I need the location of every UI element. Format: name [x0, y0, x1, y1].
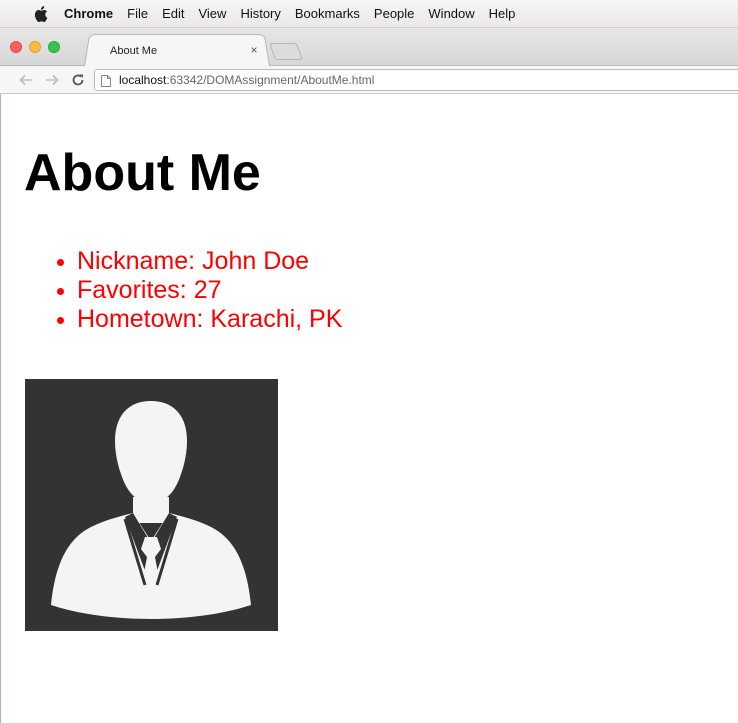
menu-bookmarks[interactable]: Bookmarks: [295, 6, 360, 21]
menu-chrome[interactable]: Chrome: [64, 6, 113, 21]
list-item-favorites: Favorites: 27: [56, 276, 342, 305]
avatar: [25, 379, 278, 631]
minimize-window-button[interactable]: [29, 41, 41, 53]
page-content: About Me Nickname: John Doe Favorites: 2…: [1, 94, 738, 723]
reload-icon[interactable]: [70, 72, 86, 88]
new-tab-button[interactable]: [268, 43, 304, 60]
url-text: localhost:63342/DOMAssignment/AboutMe.ht…: [119, 73, 374, 87]
menu-window[interactable]: Window: [428, 6, 474, 21]
details-list: Nickname: John Doe Favorites: 27 Hometow…: [56, 247, 343, 334]
menu-view[interactable]: View: [198, 6, 226, 21]
zoom-window-button[interactable]: [48, 41, 60, 53]
forward-arrow-icon[interactable]: [44, 72, 60, 88]
menu-help[interactable]: Help: [489, 6, 516, 21]
url-host: localhost: [119, 73, 167, 87]
tab-about-me[interactable]: About Me ×: [84, 32, 270, 66]
list-item-hometown: Hometown: Karachi, PK: [56, 305, 343, 333]
menu-bar: Chrome File Edit View History Bookmarks …: [0, 0, 738, 28]
page-icon: [101, 74, 111, 87]
browser-toolbar: localhost:63342/DOMAssignment/AboutMe.ht…: [0, 66, 738, 94]
page-title: About Me: [24, 144, 261, 202]
tab-title: About Me: [110, 45, 158, 57]
menu-file[interactable]: File: [127, 6, 148, 21]
tab-strip: About Me ×: [0, 28, 738, 66]
menu-edit[interactable]: Edit: [162, 6, 184, 21]
menu-people[interactable]: People: [374, 6, 414, 21]
url-path: :63342/DOMAssignment/AboutMe.html: [166, 73, 375, 87]
list-item-nickname: Nickname: John Doe: [56, 247, 342, 276]
apple-icon[interactable]: [34, 5, 50, 22]
back-arrow-icon[interactable]: [18, 72, 34, 88]
menu-history[interactable]: History: [240, 6, 280, 21]
tab-close-icon[interactable]: ×: [248, 43, 260, 57]
person-silhouette-icon: [25, 379, 278, 631]
address-bar[interactable]: localhost:63342/DOMAssignment/AboutMe.ht…: [94, 69, 738, 91]
close-window-button[interactable]: [10, 41, 22, 53]
